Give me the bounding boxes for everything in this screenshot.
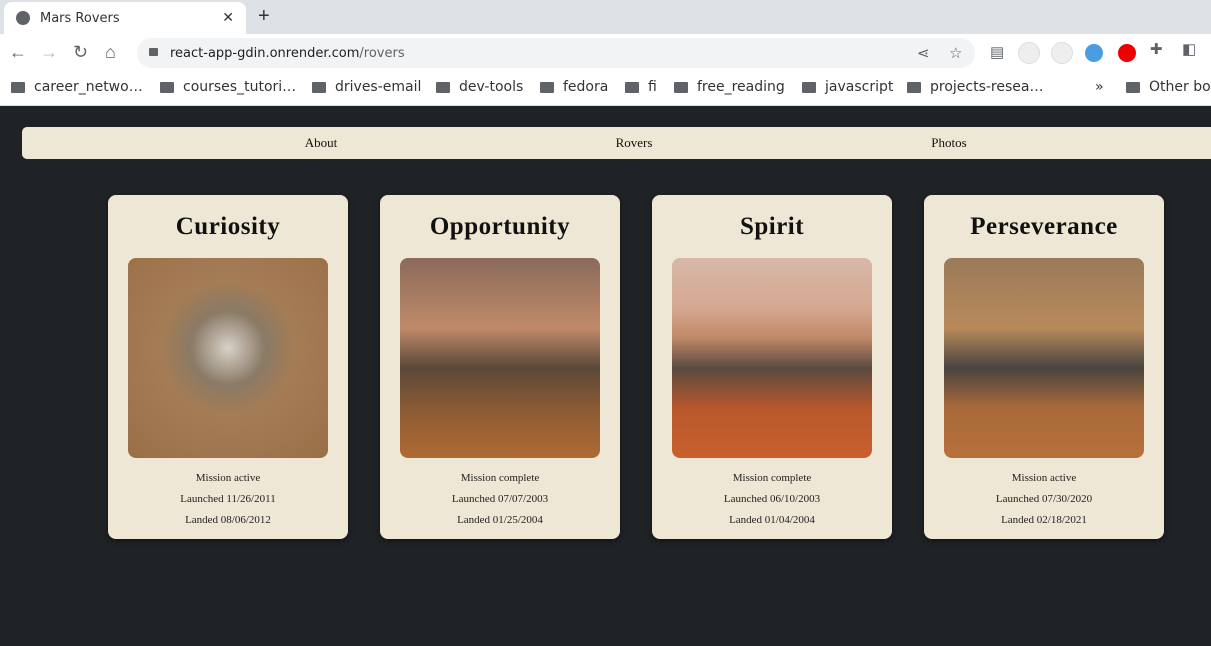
rover-card-opportunity[interactable]: Opportunity Mission complete Launched 07… bbox=[380, 195, 620, 539]
bookmark-folder[interactable]: fi bbox=[625, 79, 657, 95]
rover-name: Spirit bbox=[739, 213, 805, 240]
bookmark-folder[interactable]: dev-tools bbox=[436, 79, 523, 95]
nav-link-photos[interactable]: Photos bbox=[931, 135, 966, 151]
bookmark-label: career_netwo… bbox=[34, 79, 143, 95]
forward-icon[interactable]: → bbox=[40, 42, 58, 63]
folder-icon bbox=[674, 81, 688, 93]
folder-icon bbox=[540, 81, 554, 93]
bookmark-folder[interactable]: projects-resea… bbox=[907, 79, 1043, 95]
new-tab-button[interactable]: + bbox=[258, 5, 270, 28]
rover-photo bbox=[400, 258, 600, 458]
landing-date: Landed 01/04/2004 bbox=[729, 514, 815, 526]
bookmark-folder[interactable]: career_netwo… bbox=[11, 79, 143, 95]
bookmark-label: projects-resea… bbox=[930, 79, 1044, 95]
mission-status: Mission complete bbox=[460, 472, 540, 484]
folder-icon bbox=[802, 81, 816, 93]
landing-date: Landed 01/25/2004 bbox=[457, 514, 543, 526]
folder-icon bbox=[625, 81, 639, 93]
bookmark-label: fedora bbox=[563, 79, 609, 95]
bookmark-folder[interactable]: courses_tutori… bbox=[160, 79, 296, 95]
back-icon[interactable]: ← bbox=[9, 42, 27, 63]
bookmark-label: courses_tutori… bbox=[183, 79, 297, 95]
rover-photo bbox=[672, 258, 872, 458]
url-host: react-app-gdin.onrender.com bbox=[170, 45, 360, 61]
browser-tab[interactable]: Mars Rovers ✕ bbox=[4, 2, 246, 34]
lock-icon bbox=[149, 48, 158, 56]
puzzle-icon[interactable]: ✚ bbox=[1150, 40, 1163, 58]
folder-icon bbox=[312, 81, 326, 93]
bookmark-label: drives-email bbox=[335, 79, 422, 95]
mission-status: Mission active bbox=[1011, 472, 1077, 484]
rover-name: Opportunity bbox=[429, 213, 571, 240]
close-tab-icon[interactable]: ✕ bbox=[222, 10, 234, 26]
bookmark-label: free_reading bbox=[697, 79, 785, 95]
rover-card-curiosity[interactable]: Curiosity Mission active Launched 11/26/… bbox=[108, 195, 348, 539]
side-panel-icon[interactable]: ◧ bbox=[1182, 40, 1196, 58]
bookmark-label: dev-tools bbox=[459, 79, 524, 95]
tab-bar: Mars Rovers ✕ + bbox=[0, 0, 1211, 34]
landing-date: Landed 08/06/2012 bbox=[185, 514, 271, 526]
star-icon[interactable]: ☆ bbox=[949, 44, 962, 62]
reader-icon[interactable]: ▤ bbox=[990, 43, 1004, 61]
bookmark-label: fi bbox=[648, 79, 657, 95]
globe-icon bbox=[16, 11, 30, 25]
site-navbar: About Rovers Photos bbox=[22, 127, 1211, 159]
bookmark-folder[interactable]: drives-email bbox=[312, 79, 421, 95]
launch-date: Launched 11/26/2011 bbox=[180, 493, 276, 505]
react-devtools-extension-icon[interactable] bbox=[1018, 42, 1040, 64]
bookmark-label: Other boo bbox=[1149, 79, 1211, 95]
nav-link-about[interactable]: About bbox=[305, 135, 338, 151]
other-bookmarks-folder[interactable]: Other boo bbox=[1126, 79, 1211, 95]
rover-card-perseverance[interactable]: Perseverance Mission active Launched 07/… bbox=[924, 195, 1164, 539]
share-icon[interactable]: ⋖ bbox=[917, 44, 930, 62]
mission-status: Mission active bbox=[195, 472, 261, 484]
rover-name: Curiosity bbox=[175, 213, 281, 240]
address-bar[interactable]: react-app-gdin.onrender.com/rovers ⋖ ☆ bbox=[137, 38, 975, 68]
folder-icon bbox=[11, 81, 25, 93]
nav-link-rovers[interactable]: Rovers bbox=[616, 135, 653, 151]
tab-title: Mars Rovers bbox=[40, 10, 120, 26]
url-path: /rovers bbox=[359, 45, 405, 61]
bookmark-folder[interactable]: fedora bbox=[540, 79, 608, 95]
reload-icon[interactable]: ↻ bbox=[73, 42, 88, 63]
bookmark-folder[interactable]: javascript bbox=[802, 79, 893, 95]
folder-icon bbox=[436, 81, 450, 93]
adblock-icon[interactable] bbox=[1116, 42, 1138, 64]
mission-status: Mission complete bbox=[732, 472, 812, 484]
launch-date: Launched 07/30/2020 bbox=[995, 493, 1093, 505]
rover-photo bbox=[944, 258, 1144, 458]
folder-icon bbox=[160, 81, 174, 93]
launch-date: Launched 07/07/2003 bbox=[451, 493, 549, 505]
browser-toolbar: ← → ↻ ⌂ react-app-gdin.onrender.com/rove… bbox=[0, 34, 1211, 72]
landing-date: Landed 02/18/2021 bbox=[1001, 514, 1087, 526]
folder-icon bbox=[907, 81, 921, 93]
folder-icon bbox=[1126, 81, 1140, 93]
d-extension-icon[interactable] bbox=[1085, 44, 1103, 62]
bookmark-label: javascript bbox=[825, 79, 894, 95]
extension-icon[interactable] bbox=[1051, 42, 1073, 64]
home-icon[interactable]: ⌂ bbox=[105, 42, 116, 63]
rover-card-spirit[interactable]: Spirit Mission complete Launched 06/10/2… bbox=[652, 195, 892, 539]
bookmarks-bar: career_netwo… courses_tutori… drives-ema… bbox=[0, 72, 1211, 106]
launch-date: Launched 06/10/2003 bbox=[723, 493, 821, 505]
more-bookmarks-chevron-icon[interactable]: » bbox=[1095, 79, 1104, 95]
rover-photo bbox=[128, 258, 328, 458]
rover-name: Perseverance bbox=[970, 213, 1118, 240]
bookmark-folder[interactable]: free_reading bbox=[674, 79, 785, 95]
